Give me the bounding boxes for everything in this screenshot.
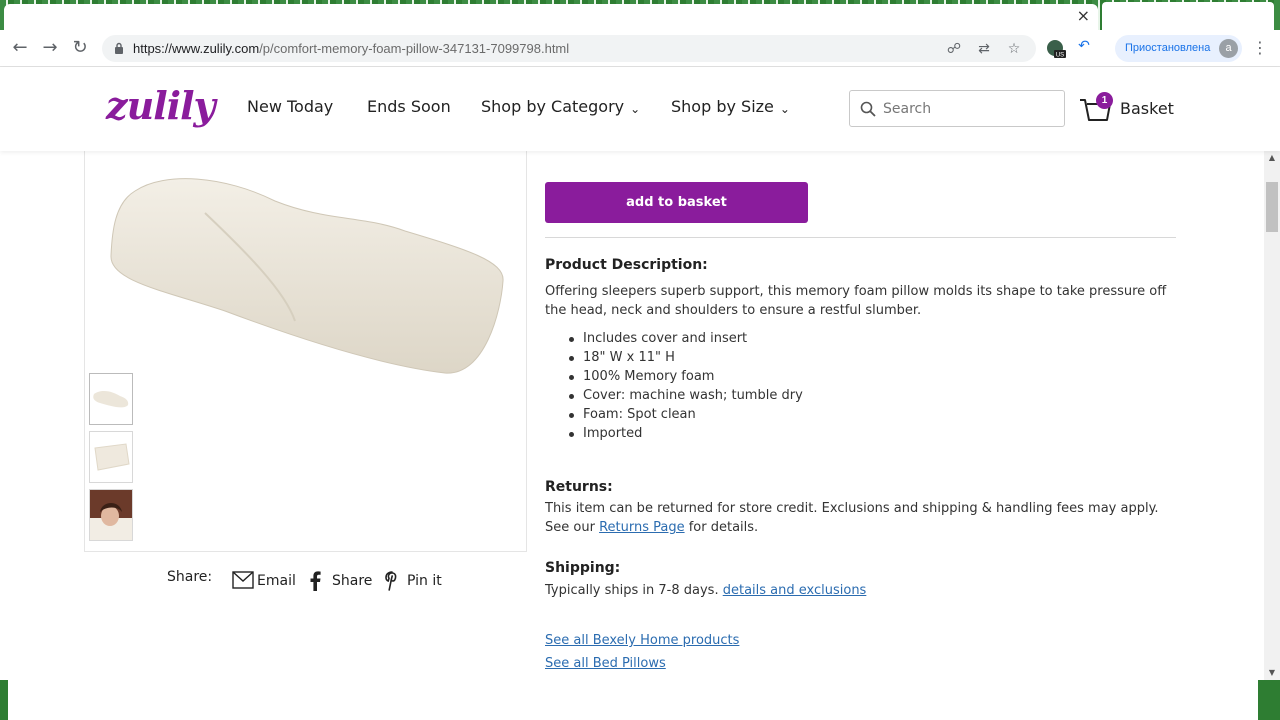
page-scrollbar[interactable]: ▲ ▼ bbox=[1264, 151, 1280, 680]
list-item: Imported bbox=[567, 424, 803, 443]
share-facebook-label: Share bbox=[332, 573, 373, 589]
undo-extension-icon[interactable]: ↶ bbox=[1076, 38, 1092, 54]
back-icon[interactable]: ← bbox=[10, 38, 30, 58]
add-to-basket-button[interactable]: add to basket bbox=[545, 182, 808, 223]
description-title: Product Description: bbox=[545, 257, 708, 273]
ext-badge: US bbox=[1056, 53, 1064, 59]
new-tab-area[interactable] bbox=[1102, 2, 1274, 30]
thumbnail-pillow-top[interactable] bbox=[89, 431, 133, 483]
desktop-edge bbox=[0, 680, 8, 720]
nav-shop-by-size[interactable]: Shop by Size ⌄ bbox=[671, 97, 790, 116]
thumbnail-lifestyle[interactable] bbox=[89, 489, 133, 541]
list-item: Cover: machine wash; tumble dry bbox=[567, 386, 803, 405]
search-input[interactable]: Search bbox=[849, 90, 1065, 127]
see-all-brand-link[interactable]: See all Bexely Home products bbox=[545, 633, 739, 648]
browser-menu-icon[interactable]: ⋮ bbox=[1252, 38, 1268, 58]
list-item: Includes cover and insert bbox=[567, 329, 803, 348]
see-all-category-link[interactable]: See all Bed Pillows bbox=[545, 656, 666, 671]
basket-link[interactable]: Basket bbox=[1120, 99, 1174, 118]
nav-shop-by-size-label: Shop by Size bbox=[671, 97, 774, 116]
nav-shop-by-category-label: Shop by Category bbox=[481, 97, 625, 116]
basket-count-badge: 1 bbox=[1096, 92, 1113, 109]
chevron-down-icon: ⌄ bbox=[779, 102, 790, 116]
page-bottom bbox=[0, 680, 1280, 720]
product-page: Share: Email Share Pin it add to basket … bbox=[0, 151, 1264, 680]
reload-icon[interactable]: ↻ bbox=[70, 38, 90, 58]
shipping-text: Typically ships in 7-8 days. details and… bbox=[545, 583, 867, 598]
forward-icon[interactable]: → bbox=[40, 38, 60, 58]
nav-shop-by-category[interactable]: Shop by Category ⌄ bbox=[481, 97, 640, 116]
facebook-icon bbox=[310, 571, 321, 591]
scroll-down-icon[interactable]: ▼ bbox=[1264, 666, 1280, 680]
scroll-up-icon[interactable]: ▲ bbox=[1264, 151, 1280, 165]
share-email-label: Email bbox=[257, 573, 296, 589]
address-bar[interactable]: https://www.zulily.com/p/comfort-memory-… bbox=[102, 35, 1036, 62]
divider bbox=[545, 237, 1176, 238]
scrollbar-thumb[interactable] bbox=[1266, 182, 1278, 232]
vpn-extension-icon[interactable]: US bbox=[1046, 39, 1066, 59]
shipping-title: Shipping: bbox=[545, 560, 621, 576]
email-icon bbox=[232, 571, 254, 589]
share-pinterest-label: Pin it bbox=[407, 573, 442, 589]
shipping-details-link[interactable]: details and exclusions bbox=[723, 583, 867, 598]
search-icon bbox=[860, 101, 876, 117]
feature-list: Includes cover and insert 18" W x 11" H … bbox=[567, 329, 803, 443]
url-text: https://www.zulily.com/p/comfort-memory-… bbox=[133, 41, 570, 56]
product-image-gallery bbox=[84, 151, 527, 552]
description-text: Offering sleepers superb support, this m… bbox=[545, 284, 1167, 318]
bookmark-star-icon[interactable]: ☆ bbox=[1006, 41, 1022, 57]
profile-paused-button[interactable]: Приостановлена a bbox=[1115, 35, 1242, 62]
returns-page-link[interactable]: Returns Page bbox=[599, 520, 685, 535]
list-item: Foam: Spot clean bbox=[567, 405, 803, 424]
product-main-image[interactable] bbox=[105, 161, 509, 386]
search-placeholder: Search bbox=[883, 101, 932, 117]
blocked-content-icon[interactable]: ☍ bbox=[946, 41, 962, 57]
zulily-logo[interactable]: zulily bbox=[106, 83, 216, 128]
browser-toolbar: ← → ↻ https://www.zulily.com/p/comfort-m… bbox=[0, 30, 1280, 67]
tab-close-icon[interactable]: × bbox=[1077, 8, 1090, 24]
browser-tab[interactable]: × bbox=[4, 4, 1098, 30]
browser-tab-strip: × bbox=[0, 0, 1280, 30]
thumbnail-pillow-angle[interactable] bbox=[89, 373, 133, 425]
paused-label: Приостановлена bbox=[1125, 42, 1211, 54]
pinterest-icon bbox=[385, 571, 397, 591]
nav-ends-soon[interactable]: Ends Soon bbox=[367, 97, 451, 116]
site-header: zulily New Today Ends Soon Shop by Categ… bbox=[0, 67, 1280, 151]
share-label: Share: bbox=[167, 569, 213, 585]
desktop-edge bbox=[1258, 680, 1280, 720]
nav-new-today[interactable]: New Today bbox=[247, 97, 333, 116]
returns-text: This item can be returned for store cred… bbox=[545, 501, 1159, 535]
chevron-down-icon: ⌄ bbox=[630, 102, 641, 116]
list-item: 100% Memory foam bbox=[567, 367, 803, 386]
translate-icon[interactable]: ⇄ bbox=[976, 41, 992, 57]
lock-icon bbox=[115, 42, 123, 54]
avatar: a bbox=[1219, 39, 1238, 58]
returns-title: Returns: bbox=[545, 479, 613, 495]
list-item: 18" W x 11" H bbox=[567, 348, 803, 367]
